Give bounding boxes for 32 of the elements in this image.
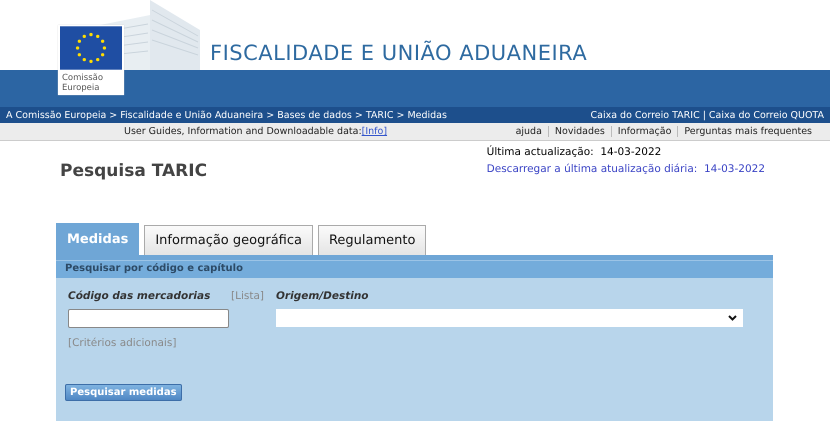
last-update-text: Última actualização: 14-03-2022	[486, 144, 662, 160]
help-link[interactable]: Perguntas mais frequentes	[677, 126, 818, 137]
breadcrumb-link[interactable]: Fiscalidade e União Aduaneira	[120, 110, 264, 120]
info-link[interactable]: [Info]	[362, 126, 388, 137]
breadcrumb-separator: >	[354, 110, 363, 120]
help-link[interactable]: ajuda	[510, 126, 548, 137]
breadcrumb-link[interactable]: A Comissão Europeia	[6, 110, 106, 120]
code-input[interactable]	[68, 309, 229, 328]
tab[interactable]: Informação geográfica	[144, 225, 313, 255]
download-link[interactable]: Descarregar a última atualização diária: 14-03-2022	[486, 161, 765, 178]
link-separator: |	[702, 110, 706, 120]
code-label: Código das mercadorias	[68, 290, 210, 302]
breadcrumb-link[interactable]: Medidas	[407, 110, 447, 120]
breadcrumb-separator: >	[266, 110, 274, 120]
breadcrumb-link[interactable]: TARIC	[366, 110, 394, 120]
logo-card[interactable]: Comissão Europeia	[58, 25, 124, 95]
logo-text: Comissão Europeia	[62, 73, 104, 93]
breadcrumb-separator: >	[109, 110, 118, 120]
breadcrumb-separator: >	[396, 110, 404, 120]
eu-flag-icon	[60, 26, 122, 70]
mailbox-link[interactable]: Caixa do Correio QUOTA	[708, 110, 824, 120]
info-text: User Guides, Information and Downloadable data:	[124, 126, 362, 137]
origin-label: Origem/Destino	[276, 290, 370, 302]
help-link[interactable]: Informação	[610, 126, 678, 137]
help-link[interactable]: Novidades	[548, 126, 611, 137]
mailbox-link[interactable]: Caixa do Correio TARIC	[590, 110, 700, 120]
page-title: Pesquisa TARIC	[60, 161, 208, 183]
breadcrumb-link[interactable]: Bases de dados	[277, 110, 352, 120]
chevron-down-icon	[728, 315, 737, 321]
site-title: FISCALIDADE E UNIÃO ADUANEIRA	[210, 41, 588, 65]
panel-heading: Pesquisar por código e capítulo	[56, 260, 773, 278]
tab[interactable]: Regulamento	[318, 225, 426, 255]
